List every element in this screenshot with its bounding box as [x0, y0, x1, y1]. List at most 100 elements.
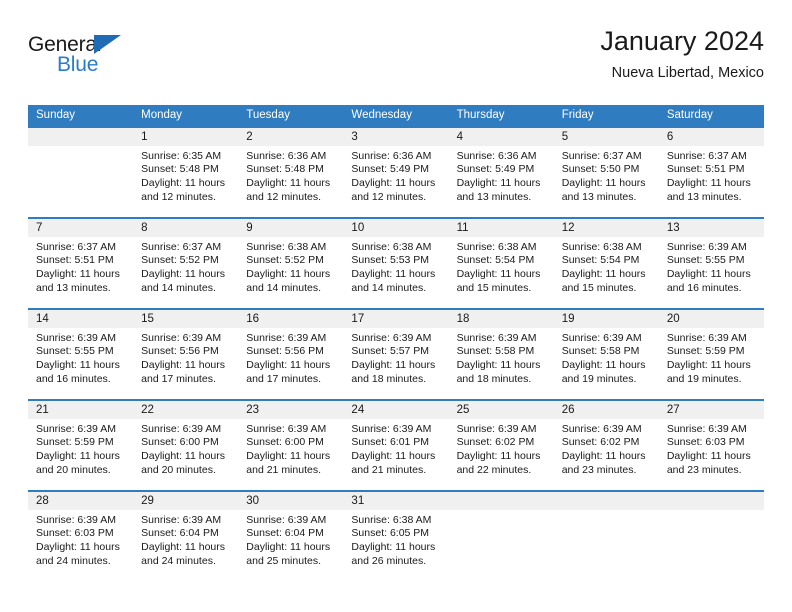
day-details: Sunrise: 6:39 AM Sunset: 6:02 PM Daylight:… — [449, 419, 554, 477]
day-details: Sunrise: 6:37 AM Sunset: 5:51 PM Daylight:… — [28, 237, 133, 295]
daylight-text-line1: Daylight: 11 hours — [246, 449, 331, 462]
calendar-day-cell[interactable]: 13 Sunrise: 6:39 AM Sunset: 5:55 PM Dayligh… — [658, 218, 764, 308]
daylight-text-line1: Daylight: 11 hours — [141, 267, 225, 280]
daylight-text-line1: Daylight: 11 hours — [456, 449, 541, 462]
calendar-day-cell[interactable]: 21 Sunrise: 6:39 AM Sunset: 5:59 PM Dayligh… — [28, 400, 134, 490]
sunrise-text: Sunrise: 6:36 AM — [246, 149, 327, 162]
sunset-text: Sunset: 6:01 PM — [351, 436, 430, 449]
daylight-text-line1: Daylight: 11 hours — [351, 267, 436, 280]
calendar-day-cell[interactable]: 29 Sunrise: 6:39 AM Sunset: 6:04 PM Dayligh… — [133, 491, 239, 581]
daylight-text-line1: Daylight: 11 hours — [246, 358, 331, 371]
sunset-text: Sunset: 5:56 PM — [246, 345, 324, 358]
sunrise-text: Sunrise: 6:38 AM — [246, 240, 327, 253]
daylight-text-line1: Daylight: 11 hours — [561, 358, 646, 371]
calendar-day-cell[interactable]: 22 Sunrise: 6:39 AM Sunset: 6:00 PM Dayligh… — [133, 400, 239, 490]
calendar-day-cell[interactable]: 19 Sunrise: 6:39 AM Sunset: 5:58 PM Dayligh… — [553, 309, 659, 399]
sunrise-text: Sunrise: 6:39 AM — [666, 331, 747, 344]
calendar-day-cell[interactable]: 6 Sunrise: 6:37 AM Sunset: 5:51 PM Daylight… — [658, 127, 764, 217]
calendar-day-cell[interactable]: 17 Sunrise: 6:39 AM Sunset: 5:57 PM Dayligh… — [343, 309, 449, 399]
calendar-day-cell[interactable]: 1 Sunrise: 6:35 AM Sunset: 5:48 PM Daylight… — [133, 127, 239, 217]
sunrise-text: Sunrise: 6:38 AM — [351, 240, 432, 253]
sunset-text: Sunset: 5:55 PM — [666, 254, 745, 267]
day-number — [448, 491, 554, 510]
day-details: Sunrise: 6:37 AM Sunset: 5:51 PM Daylight:… — [659, 146, 764, 204]
sunset-text: Sunset: 5:52 PM — [141, 254, 219, 267]
weekday-header-saturday: Saturday — [666, 109, 713, 121]
day-number: 23 — [238, 400, 344, 419]
sunrise-text: Sunrise: 6:38 AM — [351, 513, 432, 526]
calendar-day-cell[interactable]: 11 Sunrise: 6:38 AM Sunset: 5:54 PM Dayligh… — [448, 218, 554, 308]
day-number: 28 — [28, 491, 134, 510]
calendar-day-cell[interactable]: 23 Sunrise: 6:39 AM Sunset: 6:00 PM Dayligh… — [238, 400, 344, 490]
calendar-day-cell[interactable]: 26 Sunrise: 6:39 AM Sunset: 6:02 PM Dayligh… — [553, 400, 659, 490]
calendar-day-cell[interactable]: 16 Sunrise: 6:39 AM Sunset: 5:56 PM Dayligh… — [238, 309, 344, 399]
calendar-day-cell[interactable]: 5 Sunrise: 6:37 AM Sunset: 5:50 PM Daylight… — [553, 127, 659, 217]
daylight-text-line1: Daylight: 11 hours — [246, 176, 331, 189]
sunrise-text: Sunrise: 6:39 AM — [246, 331, 327, 344]
calendar-week-row: 1 Sunrise: 6:35 AM Sunset: 5:48 PM Daylight… — [28, 127, 764, 219]
day-details: Sunrise: 6:39 AM Sunset: 5:55 PM Daylight:… — [28, 328, 133, 386]
calendar-day-cell[interactable]: 4 Sunrise: 6:36 AM Sunset: 5:49 PM Daylight… — [448, 127, 554, 217]
sunset-text: Sunset: 5:51 PM — [36, 254, 114, 267]
daylight-text-line2: and 12 minutes. — [246, 190, 321, 203]
day-details: Sunrise: 6:39 AM Sunset: 6:00 PM Daylight:… — [238, 419, 343, 477]
weekday-header-wednesday: Wednesday — [351, 109, 412, 121]
brand-logo[interactable]: General Blue — [28, 34, 208, 90]
calendar-day-cell-empty — [553, 491, 659, 581]
day-number: 14 — [28, 309, 134, 328]
calendar-day-cell[interactable]: 14 Sunrise: 6:39 AM Sunset: 5:55 PM Dayligh… — [28, 309, 134, 399]
calendar-day-cell[interactable]: 3 Sunrise: 6:36 AM Sunset: 5:49 PM Daylight… — [343, 127, 449, 217]
day-number: 30 — [238, 491, 344, 510]
calendar-day-cell[interactable]: 31 Sunrise: 6:38 AM Sunset: 6:05 PM Dayligh… — [343, 491, 449, 581]
calendar-day-cell[interactable]: 20 Sunrise: 6:39 AM Sunset: 5:59 PM Dayligh… — [658, 309, 764, 399]
sunset-text: Sunset: 6:02 PM — [561, 436, 640, 449]
daylight-text-line2: and 15 minutes. — [561, 281, 637, 294]
calendar-day-cell[interactable]: 18 Sunrise: 6:39 AM Sunset: 5:58 PM Dayligh… — [448, 309, 554, 399]
day-number: 12 — [553, 218, 659, 237]
daylight-text-line2: and 16 minutes. — [36, 372, 111, 385]
calendar-day-cell[interactable]: 15 Sunrise: 6:39 AM Sunset: 5:56 PM Dayligh… — [133, 309, 239, 399]
sunset-text: Sunset: 5:58 PM — [456, 345, 535, 358]
weekday-header-thursday: Thursday — [456, 109, 505, 121]
day-details: Sunrise: 6:39 AM Sunset: 6:04 PM Daylight:… — [133, 510, 238, 568]
daylight-text-line2: and 13 minutes. — [666, 190, 742, 203]
day-details: Sunrise: 6:39 AM Sunset: 6:04 PM Daylight:… — [238, 510, 343, 568]
sunset-text: Sunset: 5:49 PM — [351, 163, 430, 176]
sunrise-text: Sunrise: 6:35 AM — [141, 149, 222, 162]
day-number: 15 — [133, 309, 239, 328]
day-number: 16 — [238, 309, 344, 328]
day-details: Sunrise: 6:39 AM Sunset: 5:57 PM Daylight:… — [343, 328, 448, 386]
calendar-day-cell[interactable]: 2 Sunrise: 6:36 AM Sunset: 5:48 PM Daylight… — [238, 127, 344, 217]
calendar-day-cell[interactable]: 24 Sunrise: 6:39 AM Sunset: 6:01 PM Dayligh… — [343, 400, 449, 490]
day-number: 18 — [448, 309, 554, 328]
calendar-day-cell[interactable]: 28 Sunrise: 6:39 AM Sunset: 6:03 PM Dayligh… — [28, 491, 134, 581]
calendar-day-cell[interactable]: 10 Sunrise: 6:38 AM Sunset: 5:53 PM Dayligh… — [343, 218, 449, 308]
calendar-day-cell[interactable]: 8 Sunrise: 6:37 AM Sunset: 5:52 PM Daylight… — [133, 218, 239, 308]
daylight-text-line1: Daylight: 11 hours — [351, 540, 436, 553]
day-number: 7 — [28, 218, 134, 237]
day-details: Sunrise: 6:39 AM Sunset: 6:03 PM Daylight:… — [28, 510, 133, 568]
brand-name-top: General — [28, 33, 102, 56]
calendar-day-cell[interactable]: 7 Sunrise: 6:37 AM Sunset: 5:51 PM Daylight… — [28, 218, 134, 308]
daylight-text-line2: and 17 minutes. — [246, 372, 321, 385]
calendar-day-cell[interactable]: 12 Sunrise: 6:38 AM Sunset: 5:54 PM Dayligh… — [553, 218, 659, 308]
calendar-day-cell[interactable]: 30 Sunrise: 6:39 AM Sunset: 6:04 PM Dayligh… — [238, 491, 344, 581]
day-details: Sunrise: 6:36 AM Sunset: 5:49 PM Daylight:… — [343, 146, 448, 204]
day-number: 11 — [448, 218, 554, 237]
day-number: 6 — [658, 127, 764, 146]
weekday-header-row: Sunday Monday Tuesday Wednesday Thursday Frid… — [28, 105, 764, 128]
day-details: Sunrise: 6:38 AM Sunset: 5:52 PM Daylight:… — [238, 237, 343, 295]
sunset-text: Sunset: 6:05 PM — [351, 527, 430, 540]
calendar-day-cell[interactable]: 25 Sunrise: 6:39 AM Sunset: 6:02 PM Dayligh… — [448, 400, 554, 490]
calendar-day-cell[interactable]: 9 Sunrise: 6:38 AM Sunset: 5:52 PM Daylight… — [238, 218, 344, 308]
day-number: 1 — [133, 127, 239, 146]
sunrise-text: Sunrise: 6:39 AM — [141, 331, 222, 344]
sunset-text: Sunset: 5:48 PM — [246, 163, 324, 176]
daylight-text-line1: Daylight: 11 hours — [561, 449, 646, 462]
day-number: 19 — [553, 309, 659, 328]
calendar-week-row: 21 Sunrise: 6:39 AM Sunset: 5:59 PM Dayligh… — [28, 400, 764, 492]
daylight-text-line2: and 24 minutes. — [36, 554, 111, 567]
calendar-day-cell[interactable]: 27 Sunrise: 6:39 AM Sunset: 6:03 PM Dayligh… — [658, 400, 764, 490]
daylight-text-line1: Daylight: 11 hours — [351, 358, 436, 371]
page-header: General Blue January 2024 Nueva Libertad… — [28, 26, 764, 98]
